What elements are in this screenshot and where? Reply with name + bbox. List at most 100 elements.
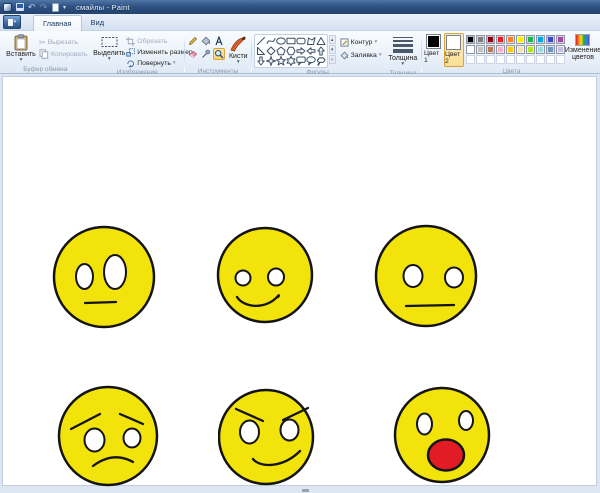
palette-swatch-empty[interactable] [536,55,545,64]
work-area [0,74,600,493]
shape-line-icon[interactable] [256,36,266,46]
group-colors: Цвет 1 Цвет 2 Изменение цветов Цвета [423,32,600,73]
customize-qat-dropdown-icon[interactable]: ▾ [63,4,66,11]
palette-swatch-empty[interactable] [556,55,565,64]
fill-tool-icon[interactable] [200,35,212,47]
paint-logo-icon[interactable] [3,3,12,12]
rotate-button[interactable]: Повернуть ▾ [126,58,192,68]
palette-swatch[interactable] [526,45,535,54]
ribbon: Вставить ▾ ✂ Вырезать Копировать [0,31,600,74]
palette-swatch[interactable] [536,45,545,54]
outline-button[interactable]: Контур ▾ [340,37,382,47]
shape-star-6-icon[interactable] [286,56,296,66]
palette-swatch[interactable] [466,45,475,54]
palette-swatch[interactable] [486,45,495,54]
select-icon [101,36,118,48]
smiley-bottom-left [57,383,159,487]
color2-button[interactable]: Цвет 2 [444,33,464,67]
palette-swatch[interactable] [506,45,515,54]
shape-callout-cloud-icon[interactable] [316,56,326,66]
palette-swatch-empty[interactable] [486,55,495,64]
tab-home[interactable]: Главная [33,15,82,31]
crop-button[interactable]: Обрезать [126,36,192,46]
save-icon[interactable] [16,3,24,11]
palette-swatch-empty[interactable] [516,55,525,64]
file-menu-button[interactable]: ▾ [3,15,21,29]
palette-swatch[interactable] [546,35,555,44]
palette-swatch[interactable] [556,45,565,54]
shape-arrow-right-icon[interactable] [296,46,306,56]
redo-icon[interactable]: ↷ [39,3,48,12]
canvas-resize-handle[interactable] [302,489,309,492]
group-image: Выделить ▾ Обрезать [91,32,183,73]
text-tool-icon[interactable] [213,35,225,47]
palette-swatch[interactable] [466,35,475,44]
palette-swatch[interactable] [556,35,565,44]
shape-curve-icon[interactable] [266,36,276,46]
palette-swatch[interactable] [496,35,505,44]
palette-swatch[interactable] [526,35,535,44]
shape-rounded-rectangle-icon[interactable] [296,36,306,46]
color-palette [466,35,565,64]
undo-icon[interactable]: ↶ [27,3,36,12]
palette-swatch[interactable] [496,45,505,54]
palette-swatch[interactable] [536,35,545,44]
palette-swatch[interactable] [476,35,485,44]
shape-arrow-left-icon[interactable] [306,46,316,56]
shape-rectangle-icon[interactable] [286,36,296,46]
select-button[interactable]: Выделить ▾ [92,33,126,64]
shape-arrow-up-icon[interactable] [316,46,326,56]
color1-button[interactable]: Цвет 1 [424,33,444,65]
eraser-tool-icon[interactable] [187,48,199,60]
shape-ellipse-icon[interactable] [276,36,286,46]
palette-swatch[interactable] [516,45,525,54]
ribbon-tab-row: ▾ Главная Вид [0,14,600,31]
palette-swatch[interactable] [516,35,525,44]
tab-view[interactable]: Вид [82,14,114,30]
drawing-canvas[interactable] [2,76,597,486]
shapes-grid [254,34,328,68]
palette-swatch[interactable] [476,45,485,54]
shape-callout-rounded-icon[interactable] [296,56,306,66]
pencil-tool-icon[interactable] [187,35,199,47]
clipboard-icon [14,34,28,51]
resize-icon [126,48,135,57]
fill-bucket-icon [340,51,349,60]
edit-colors-button[interactable]: Изменение цветов [567,33,599,63]
line-thickness-icon [393,37,413,53]
brushes-button[interactable]: Кисти ▾ [227,33,250,67]
shape-polygon-icon[interactable] [306,36,316,46]
paste-button[interactable]: Вставить ▾ [3,33,39,65]
shape-pentagon-icon[interactable] [276,46,286,56]
palette-swatch-empty[interactable] [506,55,515,64]
shape-triangle-icon[interactable] [316,36,326,46]
shapes-scroll-down-icon[interactable]: ▾ [329,45,336,54]
copy-button[interactable]: Копировать [39,49,88,59]
shape-callout-oval-icon[interactable] [306,56,316,66]
palette-swatch-empty[interactable] [546,55,555,64]
palette-swatch-empty[interactable] [476,55,485,64]
shape-hexagon-icon[interactable] [286,46,296,56]
new-document-icon[interactable] [52,3,59,12]
shape-arrow-down-icon[interactable] [256,56,266,66]
shape-star-5-icon[interactable] [276,56,286,66]
shape-diamond-icon[interactable] [266,46,276,56]
color-picker-tool-icon[interactable] [200,48,212,60]
palette-swatch[interactable] [506,35,515,44]
palette-swatch[interactable] [546,45,555,54]
group-label-clipboard: Буфер обмена [3,65,88,74]
shape-right-triangle-icon[interactable] [256,46,266,56]
color1-swatch [426,34,441,49]
palette-swatch[interactable] [486,35,495,44]
palette-swatch-empty[interactable] [466,55,475,64]
shape-fill-button[interactable]: Заливка ▾ [340,50,382,60]
palette-swatch-empty[interactable] [496,55,505,64]
shape-star-4-icon[interactable] [266,56,276,66]
palette-swatch-empty[interactable] [526,55,535,64]
magnifier-tool-icon[interactable] [213,48,225,60]
size-button[interactable]: Толщина ▾ [386,33,419,69]
cut-button[interactable]: ✂ Вырезать [39,37,88,47]
resize-button[interactable]: Изменить размер [126,47,192,57]
shapes-scroll-up-icon[interactable]: ▴ [329,35,336,44]
shapes-more-icon[interactable]: ▿ [329,55,336,64]
